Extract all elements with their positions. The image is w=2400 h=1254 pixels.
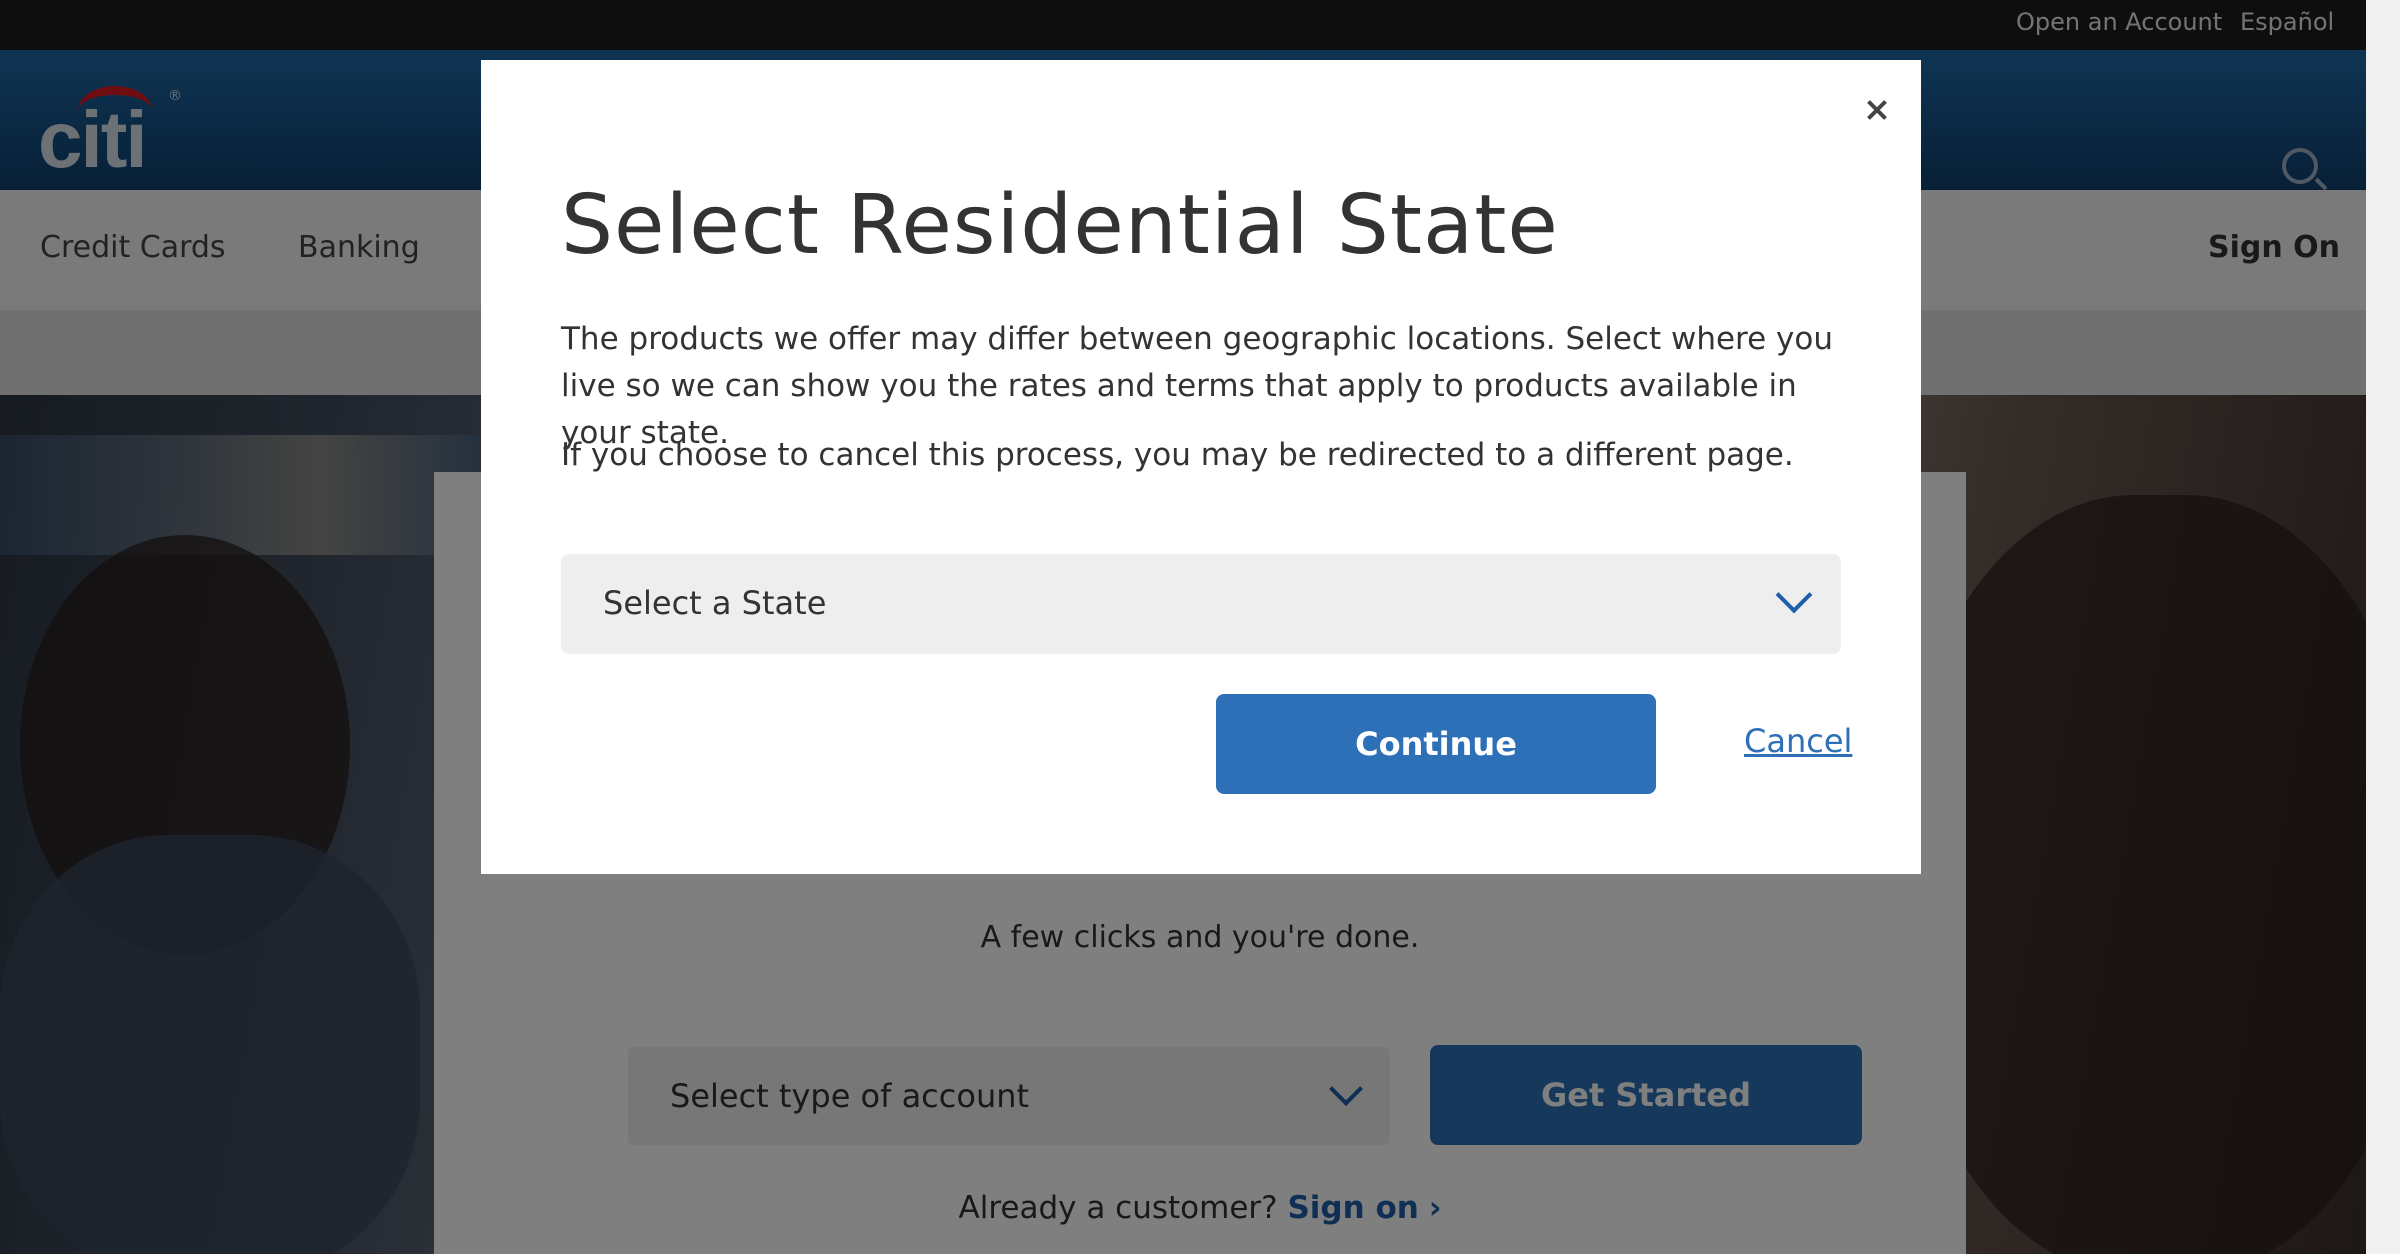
state-select-modal: Select Residential State The products we…	[481, 60, 1921, 874]
chevron-down-icon	[1775, 576, 1813, 614]
continue-button[interactable]: Continue	[1216, 694, 1656, 794]
modal-cancel-note: If you choose to cancel this process, yo…	[561, 437, 1794, 473]
state-select-value: Select a State	[603, 584, 827, 622]
close-icon[interactable]	[1859, 92, 1895, 128]
modal-description: The products we offer may differ between…	[561, 321, 1833, 451]
scrollbar[interactable]	[2366, 0, 2400, 1254]
cancel-link[interactable]: Cancel	[1744, 722, 1852, 760]
state-select[interactable]: Select a State	[561, 554, 1841, 654]
modal-title: Select Residential State	[561, 178, 1559, 273]
